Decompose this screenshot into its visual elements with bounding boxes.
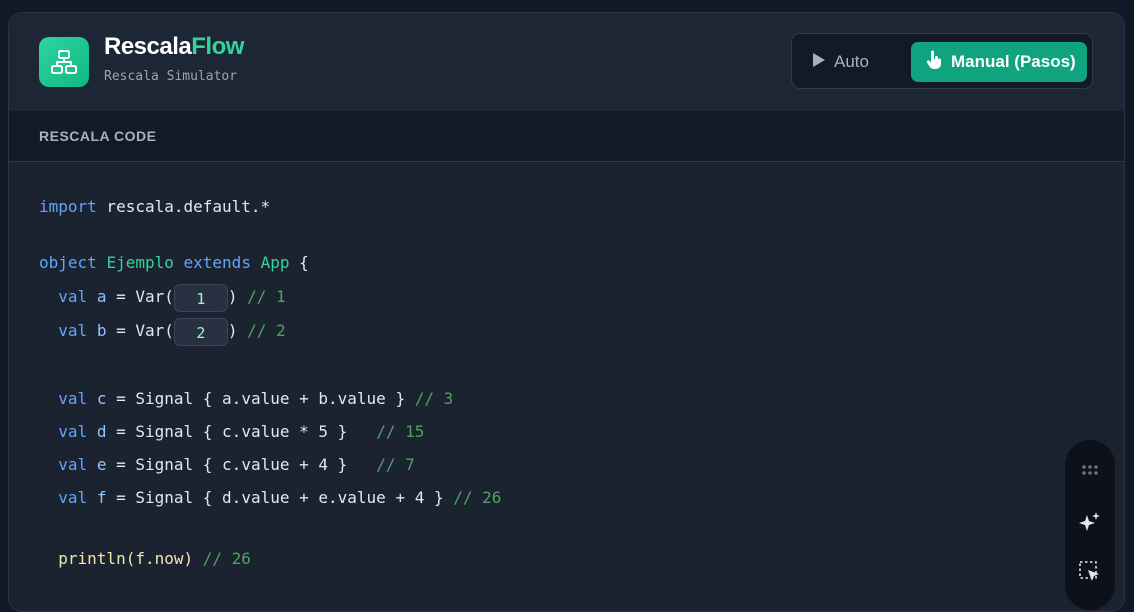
- comment-b: // 2: [247, 321, 286, 340]
- signal-name-f: f: [96, 488, 107, 507]
- code-line-signal-f: val f = Signal { d.value + e.value + 4 }…: [58, 488, 502, 507]
- app-header: RescalaFlow Rescala Simulator Auto Manua…: [9, 13, 1124, 112]
- app-brand: RescalaFlow: [104, 33, 244, 61]
- keyword-val: val: [58, 422, 88, 441]
- code-line-signal-d: val d = Signal { c.value * 5 } // 15: [58, 422, 425, 441]
- var-name-b: b: [96, 321, 107, 340]
- manual-mode-label: Manual (Pasos): [951, 52, 1076, 71]
- var-a-input[interactable]: 1: [173, 283, 228, 312]
- play-icon: [812, 52, 826, 73]
- signal-f-expr: d.value + e.value + 4 }: [222, 488, 444, 507]
- network-icon: [39, 37, 89, 87]
- section-header: RESCALA CODE: [9, 111, 1124, 162]
- signal-name-e: e: [96, 455, 107, 474]
- keyword-object: object: [39, 253, 97, 272]
- code-line-import: import rescala.default.*: [39, 193, 270, 221]
- mode-toggle: Auto Manual (Pasos): [791, 33, 1093, 89]
- grip-icon[interactable]: [1078, 458, 1102, 482]
- comment-println: // 26: [202, 549, 251, 568]
- section-title: RESCALA CODE: [39, 128, 157, 144]
- code-line-var-b: val b = Var(2) // 2: [39, 317, 286, 346]
- keyword-val: val: [58, 389, 88, 408]
- auto-mode-label: Auto: [834, 52, 869, 71]
- keyword-import: import: [39, 197, 97, 216]
- keyword-val: val: [58, 287, 88, 306]
- var-name-a: a: [96, 287, 107, 306]
- comment-c: // 3: [414, 389, 454, 408]
- auto-mode-button[interactable]: Auto: [812, 42, 902, 82]
- app-type-name: App: [260, 253, 290, 272]
- comment-a: // 1: [247, 287, 286, 306]
- code-line-signal-e: val e = Signal { c.value + 4 } // 7: [58, 455, 415, 474]
- import-path: rescala.default.*: [96, 197, 271, 216]
- manual-mode-button[interactable]: Manual (Pasos): [911, 42, 1087, 82]
- code-line-var-a: val a = Var(1) // 1: [39, 283, 286, 312]
- keyword-extends: extends: [183, 253, 251, 272]
- code-line-println: println(f.now) // 26: [39, 545, 251, 573]
- comment-f: // 26: [453, 488, 502, 507]
- var-b-input[interactable]: 2: [173, 317, 228, 346]
- keyword-val: val: [58, 455, 88, 474]
- keyword-val: val: [58, 321, 88, 340]
- println-call: println(f.now): [58, 549, 194, 568]
- signal-name-d: d: [96, 422, 107, 441]
- app-panel: RescalaFlow Rescala Simulator Auto Manua…: [8, 12, 1125, 612]
- signal-d-expr: c.value * 5 }: [222, 422, 348, 441]
- brand-main: Rescala: [104, 33, 192, 60]
- code-line-object: object Ejemplo extends App {: [39, 253, 309, 272]
- comment-e: // 7: [376, 455, 415, 474]
- floating-toolbar: [1065, 440, 1115, 610]
- signal-name-c: c: [96, 389, 107, 408]
- signal-e-expr: c.value + 4 }: [222, 455, 348, 474]
- selection-cursor-icon[interactable]: [1078, 560, 1102, 584]
- app-subtitle: Rescala Simulator: [104, 69, 238, 84]
- signal-c-expr: a.value + b.value }: [222, 389, 406, 408]
- keyword-val: val: [58, 488, 88, 507]
- comment-d: // 15: [376, 422, 425, 441]
- code-line-signal-c: val c = Signal { a.value + b.value } // …: [58, 389, 454, 408]
- object-name: Ejemplo: [106, 253, 174, 272]
- brand-accent: Flow: [191, 33, 244, 60]
- sparkle-icon[interactable]: [1078, 510, 1102, 534]
- pointer-hand-icon: [925, 50, 943, 75]
